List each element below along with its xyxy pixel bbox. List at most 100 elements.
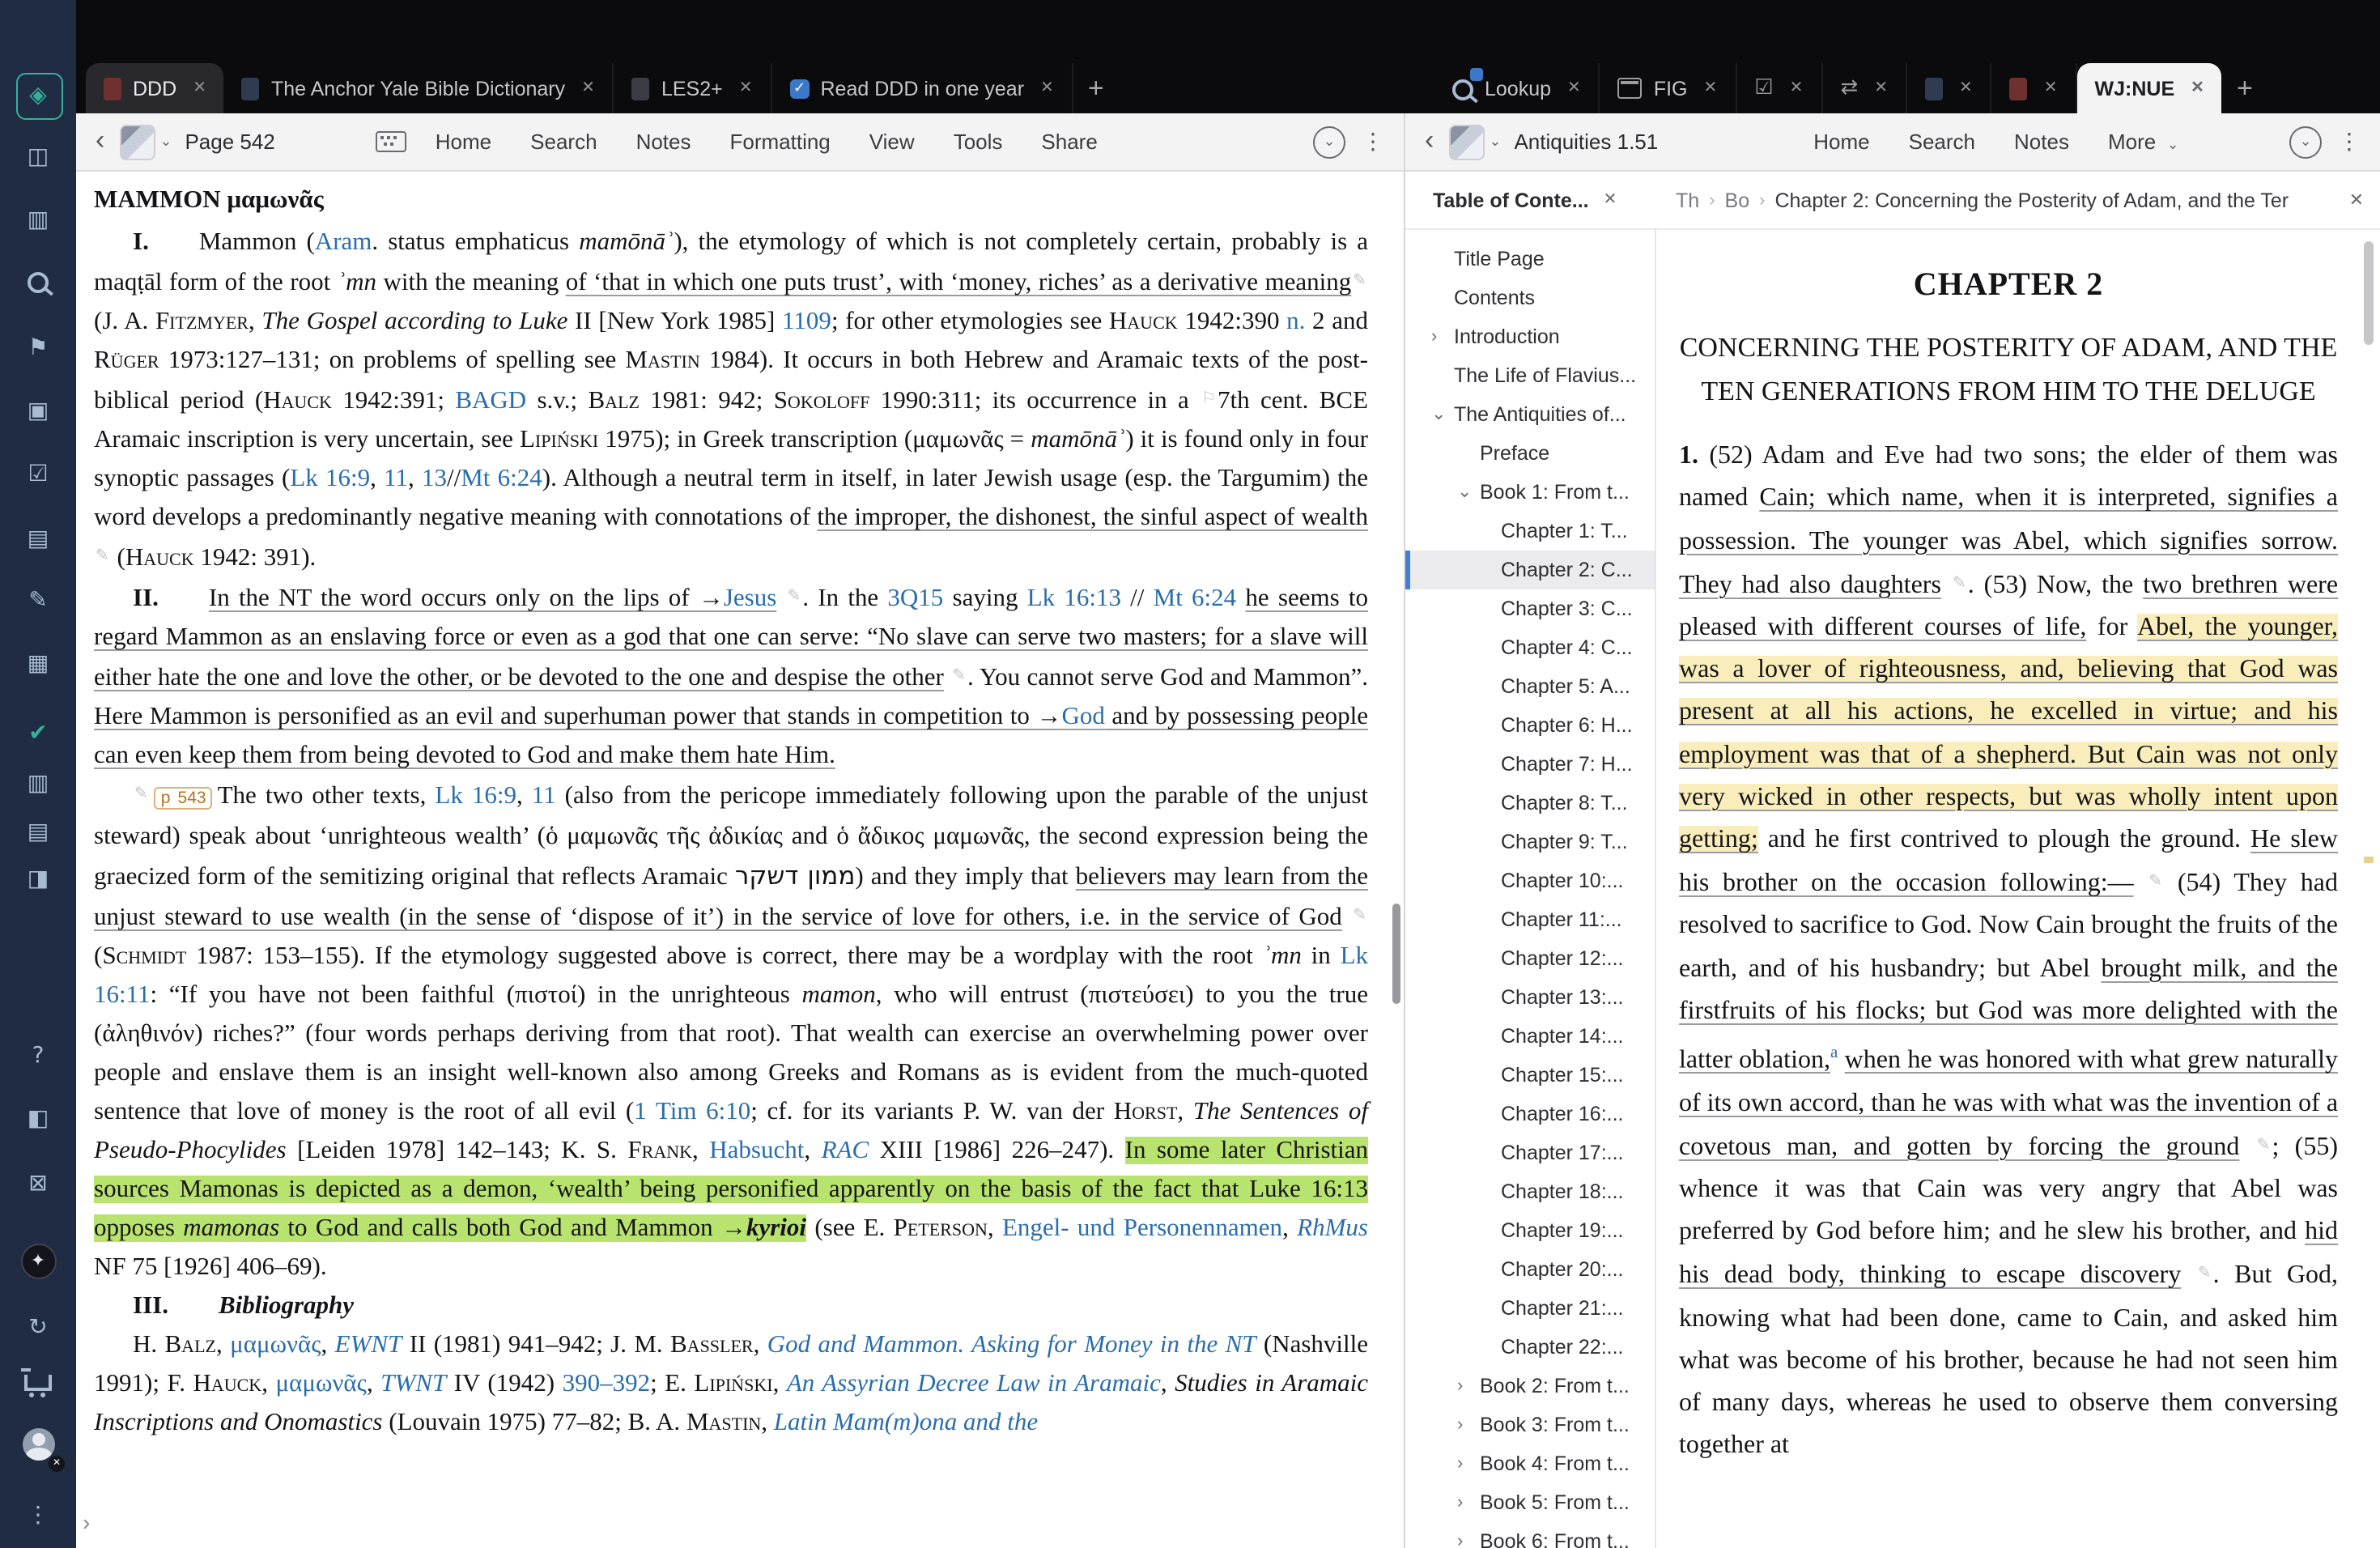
close-icon[interactable]: ✕ bbox=[581, 79, 595, 97]
menu-notes[interactable]: Notes bbox=[2014, 130, 2069, 154]
close-icon[interactable]: ✕ bbox=[1790, 79, 1804, 97]
chevron-icon[interactable]: › bbox=[1457, 1483, 1463, 1522]
back-button[interactable]: ‹ bbox=[1405, 124, 1448, 159]
copy-icon[interactable]: ▣ bbox=[0, 392, 76, 431]
menu-search[interactable]: Search bbox=[1909, 130, 1975, 154]
toc-item[interactable]: › Book 2: From t... bbox=[1405, 1367, 1655, 1406]
toc-item[interactable]: Chapter 12:... bbox=[1405, 939, 1655, 978]
scrollbar-thumb[interactable] bbox=[2364, 241, 2374, 345]
scrollbar-thumb[interactable] bbox=[1392, 904, 1400, 1004]
toc-item[interactable]: Chapter 15:... bbox=[1405, 1056, 1655, 1095]
close-icon[interactable]: ✕ bbox=[2333, 189, 2380, 211]
text-link[interactable]: Aram bbox=[315, 228, 372, 256]
menu-home[interactable]: Home bbox=[436, 130, 491, 154]
chevron-icon[interactable]: › bbox=[1457, 1406, 1463, 1444]
text-link[interactable]: EWNT bbox=[335, 1331, 402, 1359]
text-link[interactable]: Engel- und Personennamen bbox=[1002, 1214, 1282, 1242]
text-link[interactable]: μαμωνᾶς bbox=[276, 1370, 367, 1397]
tab-les2[interactable]: LES2+ ✕ bbox=[614, 63, 772, 113]
toc-item[interactable]: Title Page bbox=[1405, 240, 1655, 279]
new-tab-button[interactable]: + bbox=[2222, 63, 2267, 113]
toc-item[interactable]: Chapter 16:... bbox=[1405, 1095, 1655, 1133]
toc-item[interactable]: Chapter 22:... bbox=[1405, 1328, 1655, 1367]
toc-item[interactable]: › Book 5: From t... bbox=[1405, 1483, 1655, 1522]
toc-item[interactable]: Chapter 7: H... bbox=[1405, 745, 1655, 784]
more-icon[interactable]: ⋮ bbox=[0, 1496, 76, 1535]
text-link[interactable]: n. bbox=[1286, 308, 1305, 335]
toc-item[interactable]: Chapter 3: C... bbox=[1405, 589, 1655, 628]
toc-item[interactable]: Chapter 2: C... bbox=[1405, 551, 1655, 589]
tab-book-1[interactable]: ✕ bbox=[1907, 63, 1992, 113]
toc-item[interactable]: Preface bbox=[1405, 434, 1655, 473]
text-link[interactable]: 390–392 bbox=[563, 1370, 651, 1397]
chevron-down-icon[interactable]: ⌄ bbox=[159, 133, 172, 151]
chevron-icon[interactable]: ⌄ bbox=[1431, 395, 1446, 434]
new-tab-button[interactable]: + bbox=[1073, 63, 1119, 113]
sync-status-icon[interactable]: ⌄ bbox=[2289, 125, 2322, 158]
media-icon[interactable]: ◨ bbox=[0, 860, 76, 899]
toc-item[interactable]: › Book 6: From t... bbox=[1405, 1522, 1655, 1548]
text-link[interactable]: Habsucht bbox=[709, 1137, 804, 1164]
breadcrumb-segment[interactable]: Bo bbox=[1725, 189, 1750, 211]
tasks-check-icon[interactable]: ✔ bbox=[0, 714, 76, 753]
ai-sparkle-icon[interactable]: ✦ bbox=[0, 1240, 76, 1279]
tab-parallel[interactable]: ⇄ ✕ bbox=[1822, 63, 1907, 113]
toc-item[interactable]: Chapter 10:... bbox=[1405, 861, 1655, 900]
text-link[interactable]: Lk 16:9 bbox=[435, 782, 516, 810]
text-link[interactable]: a bbox=[1830, 1044, 1838, 1062]
search-icon[interactable] bbox=[0, 264, 76, 303]
menu-search[interactable]: Search bbox=[530, 130, 597, 154]
apps-grid-icon[interactable]: ▦ bbox=[0, 644, 76, 683]
tab-anchor-yale[interactable]: The Anchor Yale Bible Dictionary ✕ bbox=[224, 63, 614, 113]
chevron-down-icon[interactable]: ⌄ bbox=[1489, 133, 1501, 151]
chevron-icon[interactable]: › bbox=[1457, 1522, 1463, 1548]
text-link[interactable]: Mt 6:24 bbox=[1154, 585, 1237, 612]
layouts-icon[interactable]: ◫ bbox=[0, 138, 76, 176]
text-link[interactable]: 13 bbox=[422, 465, 447, 492]
export-icon[interactable]: ⊠ bbox=[0, 1164, 76, 1203]
text-link[interactable]: BAGD bbox=[455, 387, 526, 415]
resource-thumbnail[interactable] bbox=[119, 124, 155, 159]
toc-item[interactable]: Chapter 20:... bbox=[1405, 1250, 1655, 1289]
close-icon[interactable]: ✕ bbox=[1959, 79, 1973, 97]
close-icon[interactable]: ✕ bbox=[1874, 79, 1888, 97]
toc-item[interactable]: Chapter 5: A... bbox=[1405, 667, 1655, 706]
chevron-icon[interactable]: › bbox=[1457, 1444, 1463, 1483]
close-icon[interactable]: ✕ bbox=[1604, 191, 1617, 209]
close-icon[interactable]: ✕ bbox=[1567, 79, 1581, 97]
text-link[interactable]: Lk 16:13 bbox=[1027, 585, 1121, 612]
chevron-icon[interactable]: ⌄ bbox=[1457, 473, 1472, 512]
guides-icon[interactable]: ⚑ bbox=[0, 329, 76, 368]
text-link[interactable]: TWNT bbox=[380, 1370, 446, 1397]
chevron-icon[interactable]: › bbox=[1431, 317, 1437, 356]
workspace-icon[interactable]: ◈ bbox=[0, 76, 76, 115]
keyboard-icon[interactable] bbox=[376, 131, 406, 152]
back-button[interactable]: ‹ bbox=[76, 124, 119, 159]
menu-more[interactable]: More ⌄ bbox=[2108, 130, 2182, 154]
breadcrumb-current[interactable]: Chapter 2: Concerning the Posterity of A… bbox=[1774, 189, 2289, 211]
toc-item[interactable]: › Book 4: From t... bbox=[1405, 1444, 1655, 1483]
close-icon[interactable]: ✕ bbox=[1040, 79, 1054, 97]
toc-item[interactable]: Chapter 14:... bbox=[1405, 1017, 1655, 1056]
tab-book-2[interactable]: ✕ bbox=[1992, 63, 2077, 113]
close-icon[interactable]: ✕ bbox=[739, 79, 753, 97]
chevron-icon[interactable]: › bbox=[1457, 1367, 1463, 1406]
menu-notes[interactable]: Notes bbox=[636, 130, 691, 154]
text-link[interactable]: 11 bbox=[384, 465, 408, 492]
toc-item[interactable]: Chapter 4: C... bbox=[1405, 628, 1655, 667]
toc-item[interactable]: The Life of Flavius... bbox=[1405, 356, 1655, 395]
text-link[interactable]: 3Q15 bbox=[887, 585, 943, 612]
close-icon[interactable]: ✕ bbox=[2044, 79, 2058, 97]
breadcrumb-segment[interactable]: Th bbox=[1676, 189, 1699, 211]
resource-thumbnail[interactable] bbox=[1448, 124, 1484, 159]
page-indicator[interactable]: Page 542 bbox=[185, 130, 274, 154]
toc-item[interactable]: › Book 3: From t... bbox=[1405, 1406, 1655, 1444]
tab-wjnue[interactable]: WJ:NUE ✕ bbox=[2077, 63, 2222, 113]
panel-expander-icon[interactable]: › bbox=[83, 1509, 90, 1535]
toc-item[interactable]: ⌄ The Antiquities of... bbox=[1405, 395, 1655, 434]
close-icon[interactable]: ✕ bbox=[193, 79, 206, 97]
text-link[interactable]: Mt 6:24 bbox=[461, 465, 542, 492]
cart-icon[interactable] bbox=[0, 1368, 76, 1407]
panel-menu-icon[interactable]: ⋮ bbox=[1362, 129, 1384, 155]
help-icon[interactable]: ? bbox=[0, 1036, 76, 1075]
